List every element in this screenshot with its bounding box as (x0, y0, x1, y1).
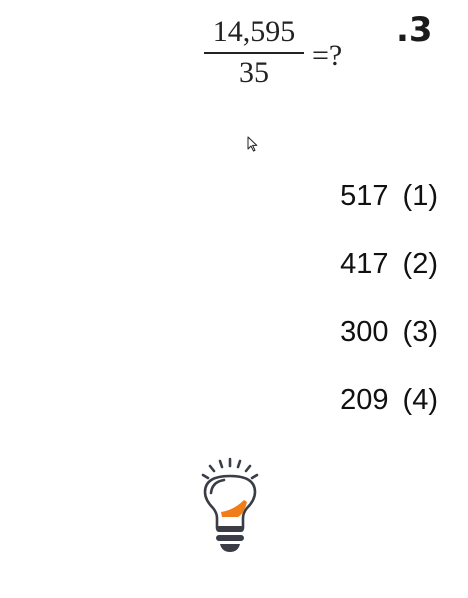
answer-option-4[interactable]: 209 (4) (340, 380, 438, 420)
answer-option-label: (3) (402, 315, 438, 348)
fraction-numerator: 14,595 (212, 15, 296, 48)
fraction-denominator: 35 (239, 56, 269, 89)
answer-option-value: 417 (340, 247, 389, 280)
answer-option-label: (2) (402, 247, 438, 280)
mouse-pointer-icon (247, 136, 258, 152)
fraction: 14,595 35 (204, 14, 304, 90)
question-number: .3 (396, 10, 433, 50)
answer-option-label: (4) (402, 383, 438, 416)
answer-option-1[interactable]: 517 (1) (340, 176, 438, 216)
answer-option-3[interactable]: 300 (3) (340, 312, 438, 352)
equals-question-mark: =? (312, 39, 343, 72)
answer-option-2[interactable]: 417 (2) (340, 244, 438, 284)
answer-option-value: 300 (340, 315, 389, 348)
lightbulb-icon[interactable] (194, 456, 266, 558)
answer-option-value: 517 (340, 179, 389, 212)
answer-options: 517 (1) 417 (2) 300 (3) 209 (4) (340, 176, 438, 448)
answer-option-label: (1) (402, 179, 438, 212)
answer-option-value: 209 (340, 383, 389, 416)
